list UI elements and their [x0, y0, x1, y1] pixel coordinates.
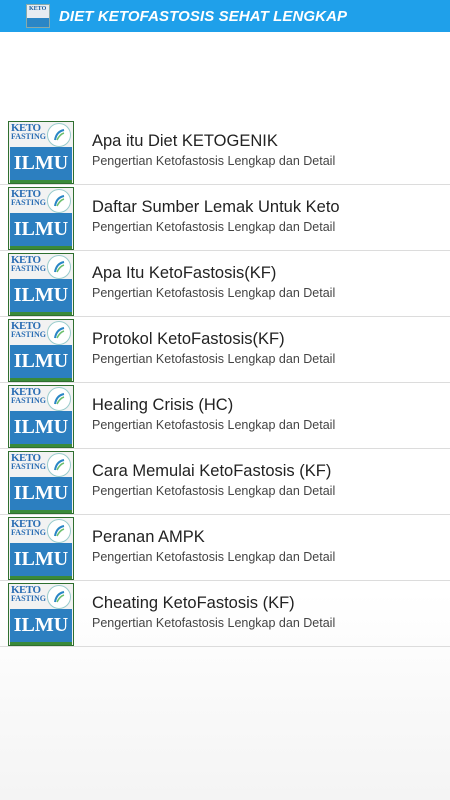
thumbnail-badge-icon — [47, 585, 71, 609]
thumbnail-strip — [10, 180, 72, 183]
thumbnail-panel: ILMU — [10, 213, 72, 246]
item-title: Cheating KetoFastosis (KF) — [92, 594, 295, 612]
thumbnail-ilmu-text: ILMU — [13, 350, 69, 372]
thumbnail-badge-icon — [47, 519, 71, 543]
content-area: KETO FASTING ILMU Apa itu Diet KETOGENIK… — [0, 32, 450, 800]
list-item[interactable]: KETO FASTING ILMU Apa itu Diet KETOGENIK… — [0, 119, 450, 185]
thumbnail-ilmu-text: ILMU — [13, 548, 69, 570]
thumbnail-strip — [10, 378, 72, 381]
item-title: Apa Itu KetoFastosis(KF) — [92, 264, 277, 282]
item-thumbnail: KETO FASTING ILMU — [8, 253, 74, 316]
list-item[interactable]: KETO FASTING ILMU Peranan AMPK Pengertia… — [0, 515, 450, 581]
item-title: Daftar Sumber Lemak Untuk Keto — [92, 198, 340, 216]
item-title: Protokol KetoFastosis(KF) — [92, 330, 285, 348]
item-subtitle: Pengertian Ketofastosis Lengkap dan Deta… — [92, 352, 336, 366]
item-thumbnail: KETO FASTING ILMU — [8, 121, 74, 184]
item-thumbnail: KETO FASTING ILMU — [8, 517, 74, 580]
thumbnail-panel: ILMU — [10, 345, 72, 378]
thumbnail-panel: ILMU — [10, 477, 72, 510]
app-logo-icon: KETO — [26, 4, 50, 28]
list-item[interactable]: KETO FASTING ILMU Protokol KetoFastosis(… — [0, 317, 450, 383]
list-item[interactable]: KETO FASTING ILMU Daftar Sumber Lemak Un… — [0, 185, 450, 251]
list-item[interactable]: KETO FASTING ILMU Cara Memulai KetoFasto… — [0, 449, 450, 515]
item-subtitle: Pengertian Ketofastosis Lengkap dan Deta… — [92, 220, 336, 234]
list-item[interactable]: KETO FASTING ILMU Healing Crisis (HC) Pe… — [0, 383, 450, 449]
thumbnail-panel: ILMU — [10, 609, 72, 642]
thumbnail-strip — [10, 642, 72, 645]
thumbnail-ilmu-text: ILMU — [13, 284, 69, 306]
item-thumbnail: KETO FASTING ILMU — [8, 187, 74, 250]
app-title: DIET KETOFASTOSIS SEHAT LENGKAP — [59, 7, 348, 25]
item-subtitle: Pengertian Ketofastosis Lengkap dan Deta… — [92, 286, 336, 300]
thumbnail-strip — [10, 576, 72, 579]
item-title: Peranan AMPK — [92, 528, 205, 546]
thumbnail-badge-icon — [47, 321, 71, 345]
item-title: Cara Memulai KetoFastosis (KF) — [92, 462, 332, 480]
thumbnail-badge-icon — [47, 453, 71, 477]
thumbnail-panel: ILMU — [10, 543, 72, 576]
thumbnail-fasting-text: FASTING — [11, 528, 46, 537]
thumbnail-fasting-text: FASTING — [11, 330, 46, 339]
thumbnail-fasting-text: FASTING — [11, 198, 46, 207]
item-subtitle: Pengertian Ketofastosis Lengkap dan Deta… — [92, 418, 336, 432]
item-title: Apa itu Diet KETOGENIK — [92, 132, 278, 150]
thumbnail-ilmu-text: ILMU — [13, 218, 69, 240]
thumbnail-badge-icon — [47, 189, 71, 213]
thumbnail-fasting-text: FASTING — [11, 264, 46, 273]
list-item[interactable]: KETO FASTING ILMU Cheating KetoFastosis … — [0, 581, 450, 647]
thumbnail-fasting-text: FASTING — [11, 462, 46, 471]
item-thumbnail: KETO FASTING ILMU — [8, 451, 74, 514]
thumbnail-badge-icon — [47, 255, 71, 279]
item-subtitle: Pengertian Ketofastosis Lengkap dan Deta… — [92, 616, 336, 630]
item-thumbnail: KETO FASTING ILMU — [8, 583, 74, 646]
thumbnail-fasting-text: FASTING — [11, 594, 46, 603]
thumbnail-panel: ILMU — [10, 279, 72, 312]
thumbnail-badge-icon — [47, 387, 71, 411]
thumbnail-ilmu-text: ILMU — [13, 614, 69, 636]
thumbnail-badge-icon — [47, 123, 71, 147]
thumbnail-ilmu-text: ILMU — [13, 416, 69, 438]
list-item[interactable]: KETO FASTING ILMU Apa Itu KetoFastosis(K… — [0, 251, 450, 317]
item-subtitle: Pengertian Ketofastosis Lengkap dan Deta… — [92, 484, 336, 498]
item-thumbnail: KETO FASTING ILMU — [8, 385, 74, 448]
thumbnail-panel: ILMU — [10, 147, 72, 180]
item-title: Healing Crisis (HC) — [92, 396, 234, 414]
thumbnail-strip — [10, 246, 72, 249]
thumbnail-ilmu-text: ILMU — [13, 152, 69, 174]
item-thumbnail: KETO FASTING ILMU — [8, 319, 74, 382]
thumbnail-panel: ILMU — [10, 411, 72, 444]
thumbnail-strip — [10, 510, 72, 513]
item-subtitle: Pengertian Ketofastosis Lengkap dan Deta… — [92, 154, 336, 168]
app-bar: KETO DIET KETOFASTOSIS SEHAT LENGKAP — [0, 0, 450, 32]
thumbnail-strip — [10, 444, 72, 447]
thumbnail-fasting-text: FASTING — [11, 396, 46, 405]
thumbnail-fasting-text: FASTING — [11, 132, 46, 141]
thumbnail-strip — [10, 312, 72, 315]
thumbnail-ilmu-text: ILMU — [13, 482, 69, 504]
article-list: KETO FASTING ILMU Apa itu Diet KETOGENIK… — [0, 119, 450, 647]
item-subtitle: Pengertian Ketofastosis Lengkap dan Deta… — [92, 550, 336, 564]
